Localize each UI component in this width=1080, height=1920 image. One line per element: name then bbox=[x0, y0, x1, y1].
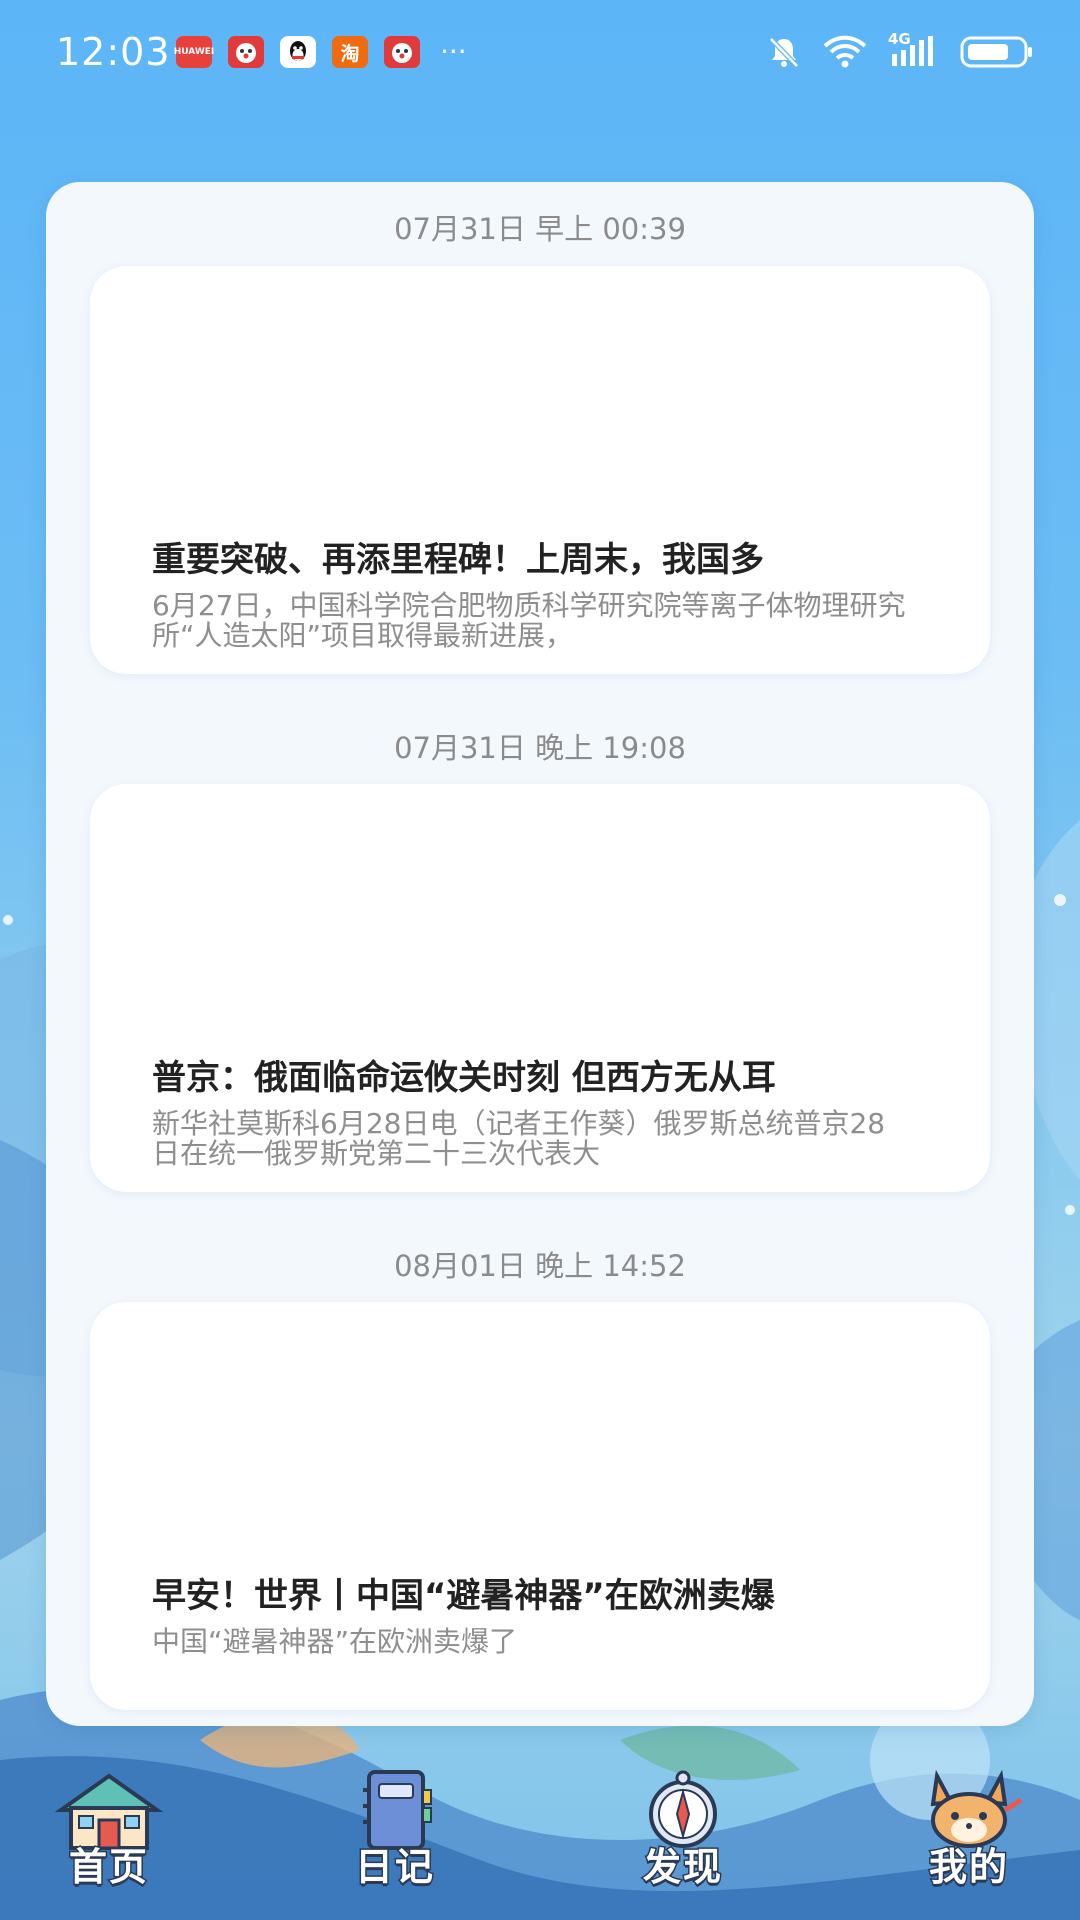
qq-icon bbox=[280, 36, 316, 68]
mute-bell-icon bbox=[769, 37, 799, 68]
nav-label: 日记 bbox=[353, 1844, 435, 1891]
news-card[interactable]: 早安！世界丨中国“避暑神器”在欧洲卖爆 中国“避暑神器”在欧洲卖爆了 bbox=[90, 1302, 990, 1710]
news-summary: 6月27日，中国科学院合肥物质科学研究院等离子体物理研究所“人造太阳”项目取得最… bbox=[152, 591, 906, 651]
status-bar: 12:03 HUAWEI 淘 ··· 4G bbox=[0, 0, 1080, 106]
nav-diary[interactable]: 日记 bbox=[320, 1770, 470, 1910]
nav-discover[interactable]: 发现 bbox=[608, 1770, 758, 1910]
cellular-signal-icon: 4G bbox=[888, 30, 940, 70]
cartoon-app-icon bbox=[228, 36, 264, 68]
nav-profile[interactable]: 我的 bbox=[894, 1770, 1044, 1910]
news-title: 重要突破、再添里程碑！上周末，我国多 bbox=[152, 540, 764, 580]
nav-label: 我的 bbox=[927, 1844, 1009, 1891]
entry-date: 07月31日 早上 00:39 bbox=[394, 212, 686, 246]
entry-date: 07月31日 晚上 19:08 bbox=[394, 731, 686, 765]
clock: 12:03 bbox=[56, 30, 171, 74]
news-card[interactable]: 普京：俄面临命运攸关时刻 但西方无从耳 新华社莫斯科6月28日电（记者王作葵）俄… bbox=[90, 784, 990, 1192]
entry-date: 08月01日 晚上 14:52 bbox=[394, 1249, 686, 1283]
huawei-store-icon: HUAWEI bbox=[174, 36, 214, 68]
bottom-navigation: 首页 日记 发现 我的 bbox=[0, 1760, 1080, 1920]
nav-label: 首页 bbox=[67, 1844, 149, 1891]
wifi-icon bbox=[823, 35, 867, 68]
news-title: 普京：俄面临命运攸关时刻 但西方无从耳 bbox=[152, 1058, 776, 1098]
taobao-icon: 淘 bbox=[332, 36, 368, 68]
notification-icons: HUAWEI 淘 ··· bbox=[174, 35, 467, 68]
nav-label: 发现 bbox=[641, 1844, 723, 1891]
system-icons: 4G bbox=[766, 30, 1034, 70]
battery-icon bbox=[960, 36, 1032, 68]
news-summary: 中国“避暑神器”在欧洲卖爆了 bbox=[152, 1627, 518, 1657]
cartoon-app-icon bbox=[384, 36, 420, 68]
nav-home[interactable]: 首页 bbox=[34, 1770, 184, 1910]
news-title: 早安！世界丨中国“避暑神器”在欧洲卖爆 bbox=[152, 1576, 775, 1616]
more-notifications-icon: ··· bbox=[440, 35, 467, 68]
news-summary: 新华社莫斯科6月28日电（记者王作葵）俄罗斯总统普京28日在统一俄罗斯党第二十三… bbox=[152, 1109, 886, 1169]
diary-feed-panel[interactable]: 07月31日 早上 00:39 重要突破、再添里程碑！上周末，我国多 6月27日… bbox=[46, 182, 1034, 1726]
news-card[interactable]: 重要突破、再添里程碑！上周末，我国多 6月27日，中国科学院合肥物质科学研究院等… bbox=[90, 266, 990, 674]
